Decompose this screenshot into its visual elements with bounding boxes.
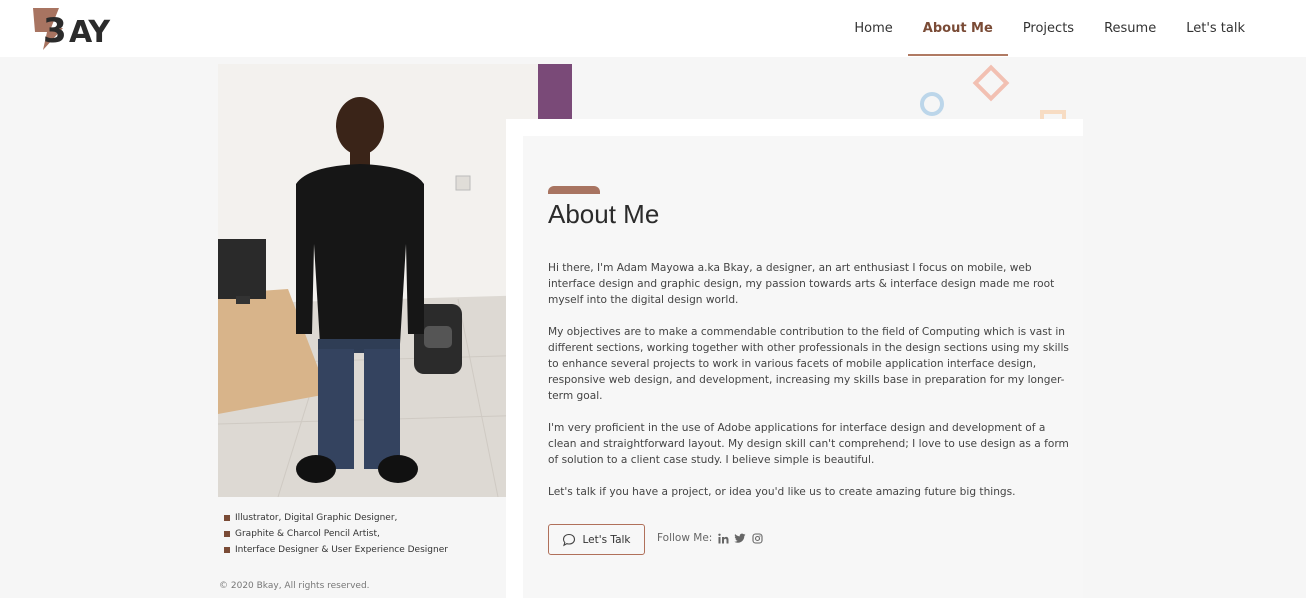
bullet-square-icon	[224, 515, 230, 521]
about-paragraph: I'm very proficient in the use of Adobe …	[548, 422, 1069, 466]
follow-label: Follow Me:	[657, 532, 713, 544]
copyright-text: © 2020 Bkay, All rights reserved.	[219, 581, 370, 591]
list-item: Interface Designer & User Experience Des…	[224, 542, 448, 558]
top-header: 3 AY Home About Me Projects Resume Let's…	[0, 0, 1306, 57]
nav-lets-talk[interactable]: Let's talk	[1171, 0, 1260, 57]
about-paragraph: My objectives are to make a commendable …	[548, 326, 1069, 402]
skill-label: Interface Designer & User Experience Des…	[235, 545, 448, 555]
page-title: About Me	[548, 199, 660, 229]
lets-talk-label: Let's Talk	[582, 533, 631, 546]
nav-projects[interactable]: Projects	[1008, 0, 1089, 57]
svg-text:3: 3	[43, 11, 67, 51]
nav-resume[interactable]: Resume	[1089, 0, 1171, 57]
instagram-icon[interactable]	[751, 532, 763, 544]
linkedin-icon[interactable]	[717, 532, 729, 544]
svg-text:AY: AY	[69, 15, 111, 50]
bullet-square-icon	[224, 547, 230, 553]
skill-label: Illustrator, Digital Graphic Designer,	[235, 513, 398, 523]
skills-list: Illustrator, Digital Graphic Designer, G…	[224, 510, 448, 558]
nav-about-me[interactable]: About Me	[907, 0, 1008, 57]
logo[interactable]: 3 AY	[29, 4, 129, 52]
list-item: Illustrator, Digital Graphic Designer,	[224, 510, 448, 526]
lets-talk-button[interactable]: Let's Talk	[548, 524, 645, 555]
follow-me: Follow Me:	[657, 532, 763, 544]
about-paragraph: Hi there, I'm Adam Mayowa a.ka Bkay, a d…	[548, 262, 1055, 306]
accent-bar	[548, 186, 600, 194]
about-text: Hi there, I'm Adam Mayowa a.ka Bkay, a d…	[548, 260, 1071, 516]
nav-home[interactable]: Home	[839, 0, 907, 57]
about-paragraph: Let's talk if you have a project, or ide…	[548, 486, 1016, 498]
chat-bubble-icon	[563, 533, 576, 546]
twitter-icon[interactable]	[734, 532, 746, 544]
list-item: Graphite & Charcol Pencil Artist,	[224, 526, 448, 542]
main-nav: Home About Me Projects Resume Let's talk	[839, 0, 1260, 57]
about-card: About Me Hi there, I'm Adam Mayowa a.ka …	[523, 136, 1083, 598]
skill-label: Graphite & Charcol Pencil Artist,	[235, 529, 380, 539]
bullet-square-icon	[224, 531, 230, 537]
